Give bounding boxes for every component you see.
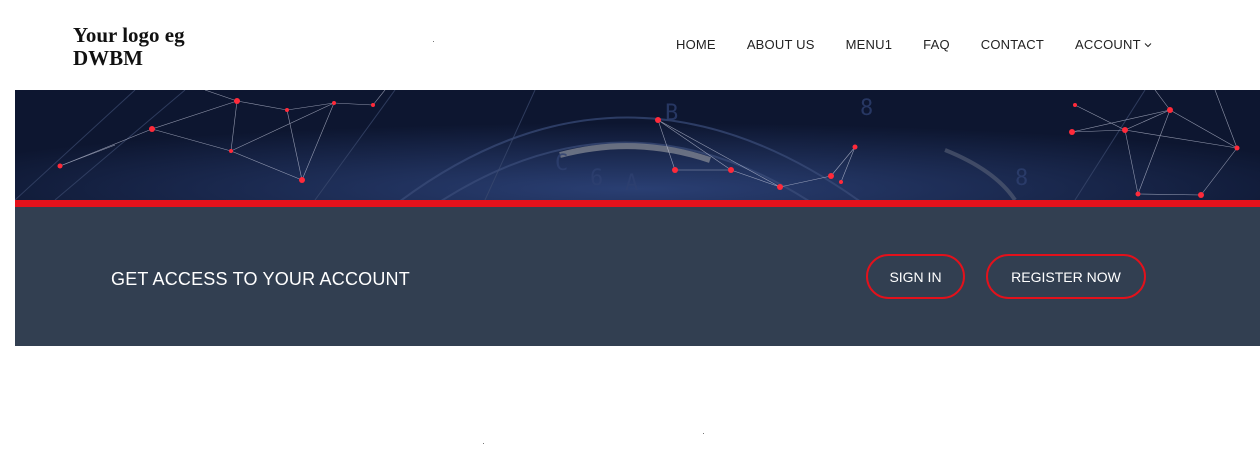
account-access-strip: GET ACCESS TO YOUR ACCOUNT SIGN IN REGIS… bbox=[15, 207, 1260, 346]
svg-text:6: 6 bbox=[590, 166, 603, 191]
svg-text:8: 8 bbox=[860, 96, 873, 121]
chevron-down-icon bbox=[1144, 42, 1152, 47]
svg-text:C: C bbox=[555, 151, 568, 176]
stray-dot bbox=[483, 443, 484, 444]
sign-in-button[interactable]: SIGN IN bbox=[866, 254, 965, 299]
stray-dot bbox=[703, 433, 704, 434]
main-nav: HOME ABOUT US MENU1 FAQ CONTACT ACCOUNT bbox=[676, 37, 1152, 52]
nav-faq[interactable]: FAQ bbox=[923, 37, 950, 52]
svg-text:8: 8 bbox=[1015, 166, 1028, 191]
account-strip-title: GET ACCESS TO YOUR ACCOUNT bbox=[111, 269, 410, 289]
site-header: Your logo eg DWBM HOME ABOUT US MENU1 FA… bbox=[0, 0, 1260, 90]
register-now-button[interactable]: REGISTER NOW bbox=[986, 254, 1146, 299]
network-graphic: C6 A B 8 8 bbox=[15, 90, 1260, 200]
hero-banner: C6A B 8 8 bbox=[15, 90, 1260, 200]
svg-text:A: A bbox=[625, 171, 638, 196]
stray-dot bbox=[433, 41, 434, 42]
nav-menu1[interactable]: MENU1 bbox=[846, 37, 893, 52]
hero-accent-bar bbox=[15, 200, 1260, 207]
nav-home[interactable]: HOME bbox=[676, 37, 716, 52]
site-logo[interactable]: Your logo eg DWBM bbox=[73, 24, 253, 70]
nav-about-us[interactable]: ABOUT US bbox=[747, 37, 815, 52]
nav-account-label: ACCOUNT bbox=[1075, 37, 1141, 52]
nav-contact[interactable]: CONTACT bbox=[981, 37, 1044, 52]
svg-text:B: B bbox=[665, 101, 678, 126]
nav-account[interactable]: ACCOUNT bbox=[1075, 37, 1152, 52]
